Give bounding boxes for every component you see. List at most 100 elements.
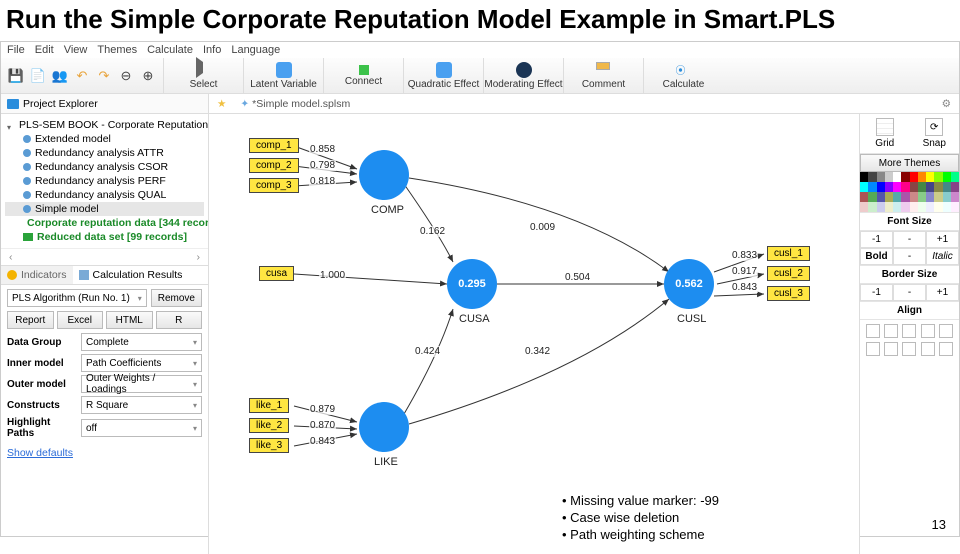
people-icon[interactable]: 👥 [51,67,69,85]
constructs-select[interactable]: R Square▾ [81,396,202,414]
color-palette[interactable] [860,172,959,212]
outermodel-select[interactable]: Outer Weights / Loadings▾ [81,375,202,393]
same-w-icon[interactable] [921,342,935,356]
new-icon[interactable]: 📄 [29,67,47,85]
lv-cusa[interactable]: 0.295 [447,259,497,309]
border-plus-button[interactable]: +1 [926,284,959,301]
indicator-like3[interactable]: like_3 [249,438,289,453]
indicator-comp1[interactable]: comp_1 [249,138,299,153]
document-tab[interactable]: ✦ *Simple model.splsm [234,98,356,110]
tool-connect[interactable]: Connect [323,58,403,94]
tab-calc-results[interactable]: Calculation Results [73,266,189,284]
tree-item[interactable]: Redundancy analysis QUAL [5,188,204,202]
zoom-out-icon[interactable]: ⊖ [117,67,135,85]
tool-select[interactable]: Select [163,58,243,94]
more-themes-button[interactable]: More Themes [860,154,959,172]
highlight-select[interactable]: off▾ [81,419,202,437]
indicator-cusl3[interactable]: cusl_3 [767,286,810,301]
indicator-like2[interactable]: like_2 [249,418,289,433]
save-icon[interactable]: 💾 [7,67,25,85]
datagroup-select[interactable]: Complete▾ [81,333,202,351]
border-minus-button[interactable]: -1 [860,284,893,301]
menu-edit[interactable]: Edit [35,44,54,56]
tree-item[interactable]: Extended model [5,132,204,146]
tree-root[interactable]: PLS-SEM BOOK - Corporate Reputation Exte… [5,118,204,132]
tool-latent[interactable]: Latent Variable [243,58,323,94]
lv-like[interactable] [359,402,409,452]
lv-cusl[interactable]: 0.562 [664,259,714,309]
style-reset-button[interactable]: - [893,248,926,265]
grid-toggle[interactable]: Grid [860,114,910,154]
report-button[interactable]: Report [7,311,54,329]
slide-notes: Missing value marker: -99 Case wise dele… [562,493,719,544]
tab-indicators[interactable]: Indicators [1,266,73,284]
path-coef: 0.162 [419,226,446,237]
menubar: File Edit View Themes Calculate Info Lan… [1,42,959,58]
snap-toggle[interactable]: ⟳Snap [910,114,960,154]
same-h-icon[interactable] [939,342,953,356]
tree-item[interactable]: Redundancy analysis ATTR [5,146,204,160]
font-minus-button[interactable]: -1 [860,231,893,248]
font-reset-button[interactable]: - [893,231,926,248]
align-middle-icon[interactable] [939,324,953,338]
menu-view[interactable]: View [64,44,88,56]
align-right-icon[interactable] [902,324,916,338]
tool-quadratic[interactable]: Quadratic Effect [403,58,483,94]
path-coef: 0.009 [529,222,556,233]
settings-icon[interactable]: ⚙ [934,98,959,110]
zoom-in-icon[interactable]: ⊕ [139,67,157,85]
html-button[interactable]: HTML [106,311,153,329]
redo-icon[interactable]: ↷ [95,67,113,85]
menu-file[interactable]: File [7,44,25,56]
menu-language[interactable]: Language [231,44,280,56]
indicator-comp3[interactable]: comp_3 [249,178,299,193]
scroll-left-icon[interactable]: ‹ [9,251,13,263]
loading: 0.879 [309,404,336,415]
menu-themes[interactable]: Themes [97,44,137,56]
app-window: File Edit View Themes Calculate Info Lan… [0,41,960,537]
align-center-h-icon[interactable] [884,324,898,338]
scroll-right-icon[interactable]: › [197,251,201,263]
tool-moderating[interactable]: Moderating Effect [483,58,563,94]
loading: 0.818 [309,176,336,187]
model-canvas[interactable]: comp_1 comp_2 comp_3 cusa like_1 like_2 … [209,114,859,554]
menu-info[interactable]: Info [203,44,221,56]
undo-icon[interactable]: ↶ [73,67,91,85]
lv-comp[interactable] [359,150,409,200]
tree-item[interactable]: Redundancy analysis PERF [5,174,204,188]
indicator-like1[interactable]: like_1 [249,398,289,413]
dist-h-icon[interactable] [884,342,898,356]
show-defaults-link[interactable]: Show defaults [7,443,202,459]
dist-v-icon[interactable] [902,342,916,356]
favorite-icon[interactable]: ★ [209,98,234,110]
excel-button[interactable]: Excel [57,311,104,329]
tree-item-selected[interactable]: Simple model [5,202,204,216]
lv-cusa-label: CUSA [459,313,490,325]
indicator-cusl2[interactable]: cusl_2 [767,266,810,281]
innermodel-select[interactable]: Path Coefficients▾ [81,354,202,372]
algorithm-select[interactable]: PLS Algorithm (Run No. 1)▾ [7,289,147,307]
indicator-cusl1[interactable]: cusl_1 [767,246,810,261]
align-top-icon[interactable] [921,324,935,338]
r-button[interactable]: R [156,311,203,329]
italic-button[interactable]: Italic [926,248,959,265]
font-plus-button[interactable]: +1 [926,231,959,248]
tree-item-data[interactable]: Corporate reputation data [344 records] [5,216,204,230]
label-constructs: Constructs [7,400,77,411]
tool-calculate[interactable]: ⦿Calculate [643,58,723,94]
border-reset-button[interactable]: - [893,284,926,301]
indicator-cusa[interactable]: cusa [259,266,294,281]
tree-item-data[interactable]: Reduced data set [99 records] [5,230,204,244]
bold-button[interactable]: Bold [860,248,893,265]
edges [209,114,859,554]
tree-item[interactable]: Redundancy analysis CSOR [5,160,204,174]
align-grid [860,320,959,360]
align-bottom-icon[interactable] [866,342,880,356]
indicator-comp2[interactable]: comp_2 [249,158,299,173]
path-coef: 0.342 [524,346,551,357]
remove-button[interactable]: Remove [151,289,202,307]
menu-calculate[interactable]: Calculate [147,44,193,56]
align-left-icon[interactable] [866,324,880,338]
tool-comment[interactable]: Comment [563,58,643,94]
subbar: Project Explorer ★ ✦ *Simple model.splsm… [1,94,959,114]
